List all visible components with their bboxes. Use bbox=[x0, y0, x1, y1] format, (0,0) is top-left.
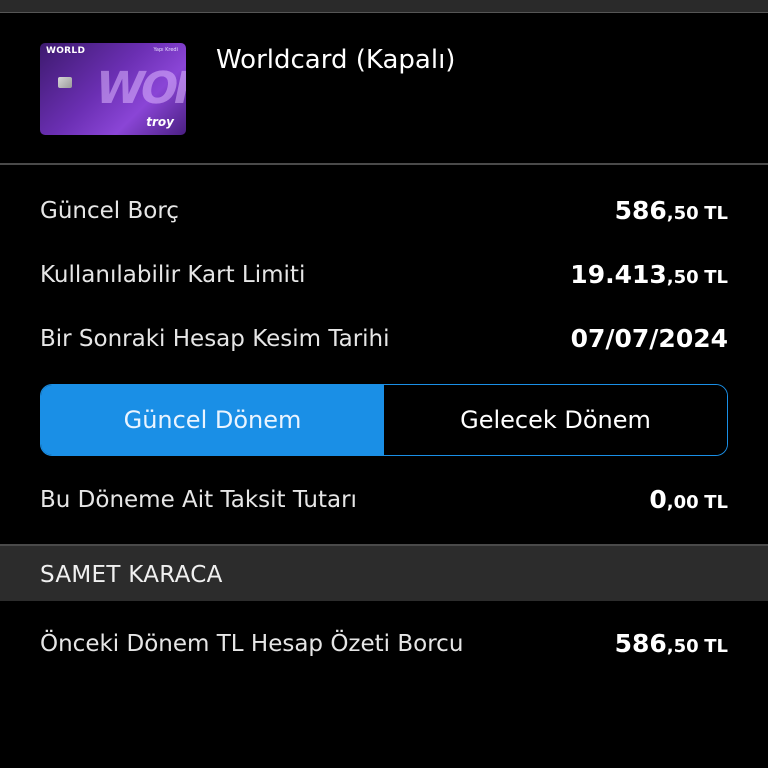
tab-future-period[interactable]: Gelecek Dönem bbox=[384, 385, 727, 455]
installment-row: Bu Döneme Ait Taksit Tutarı 0,00 TL bbox=[40, 480, 728, 520]
currency-label: TL bbox=[704, 636, 728, 657]
current-debt-label: Güncel Borç bbox=[40, 198, 179, 224]
currency-label: TL bbox=[704, 203, 728, 224]
card-brand-text: WORLD bbox=[46, 46, 86, 56]
available-limit-dec: ,50 bbox=[666, 267, 699, 288]
next-statement-label: Bir Sonraki Hesap Kesim Tarihi bbox=[40, 326, 390, 352]
installment-value: 0,00 TL bbox=[649, 480, 728, 523]
top-strip bbox=[0, 0, 768, 13]
available-limit-int: 19.413 bbox=[570, 260, 667, 289]
available-limit-row: Kullanılabilir Kart Limiti 19.413,50 TL bbox=[40, 255, 728, 295]
card-title: Worldcard (Kapalı) bbox=[216, 45, 456, 75]
current-debt-int: 586 bbox=[614, 196, 667, 225]
available-limit-value: 19.413,50 TL bbox=[570, 255, 728, 298]
previous-statement-value: 586,50 TL bbox=[615, 624, 728, 667]
installment-label: Bu Döneme Ait Taksit Tutarı bbox=[40, 487, 357, 513]
previous-statement-row[interactable]: Önceki Dönem TL Hesap Özeti Borcu 586,50… bbox=[40, 624, 728, 664]
installment-int: 0 bbox=[649, 485, 667, 514]
card-world-logo: WORLD bbox=[90, 63, 186, 114]
installment-dec: ,00 bbox=[666, 492, 699, 513]
previous-statement-dec: ,50 bbox=[666, 636, 699, 657]
card-image: WORLD Yapı Kredi WORLD troy bbox=[40, 43, 186, 135]
tab-current-period[interactable]: Güncel Dönem bbox=[41, 385, 384, 455]
available-limit-label: Kullanılabilir Kart Limiti bbox=[40, 262, 306, 288]
period-segmented-control: Güncel Dönem Gelecek Dönem bbox=[40, 384, 728, 456]
next-statement-value: 07/07/2024 bbox=[571, 319, 728, 362]
card-chip-icon bbox=[58, 77, 72, 88]
currency-label: TL bbox=[704, 267, 728, 288]
troy-logo: troy bbox=[146, 115, 174, 129]
current-debt-row: Güncel Borç 586,50 TL bbox=[40, 191, 728, 231]
current-debt-dec: ,50 bbox=[666, 203, 699, 224]
card-bank-text: Yapı Kredi bbox=[153, 47, 178, 53]
divider bbox=[0, 163, 768, 165]
current-debt-value: 586,50 TL bbox=[615, 191, 728, 234]
next-statement-row: Bir Sonraki Hesap Kesim Tarihi 07/07/202… bbox=[40, 319, 728, 359]
cardholder-section-header: SAMET KARACA bbox=[0, 546, 768, 601]
previous-statement-int: 586 bbox=[614, 629, 667, 658]
previous-statement-label: Önceki Dönem TL Hesap Özeti Borcu bbox=[40, 631, 464, 657]
next-statement-date: 07/07/2024 bbox=[570, 324, 728, 353]
currency-label: TL bbox=[704, 492, 728, 513]
cardholder-name: SAMET KARACA bbox=[40, 562, 223, 588]
card-header[interactable]: WORLD Yapı Kredi WORLD troy Worldcard (K… bbox=[0, 13, 768, 163]
